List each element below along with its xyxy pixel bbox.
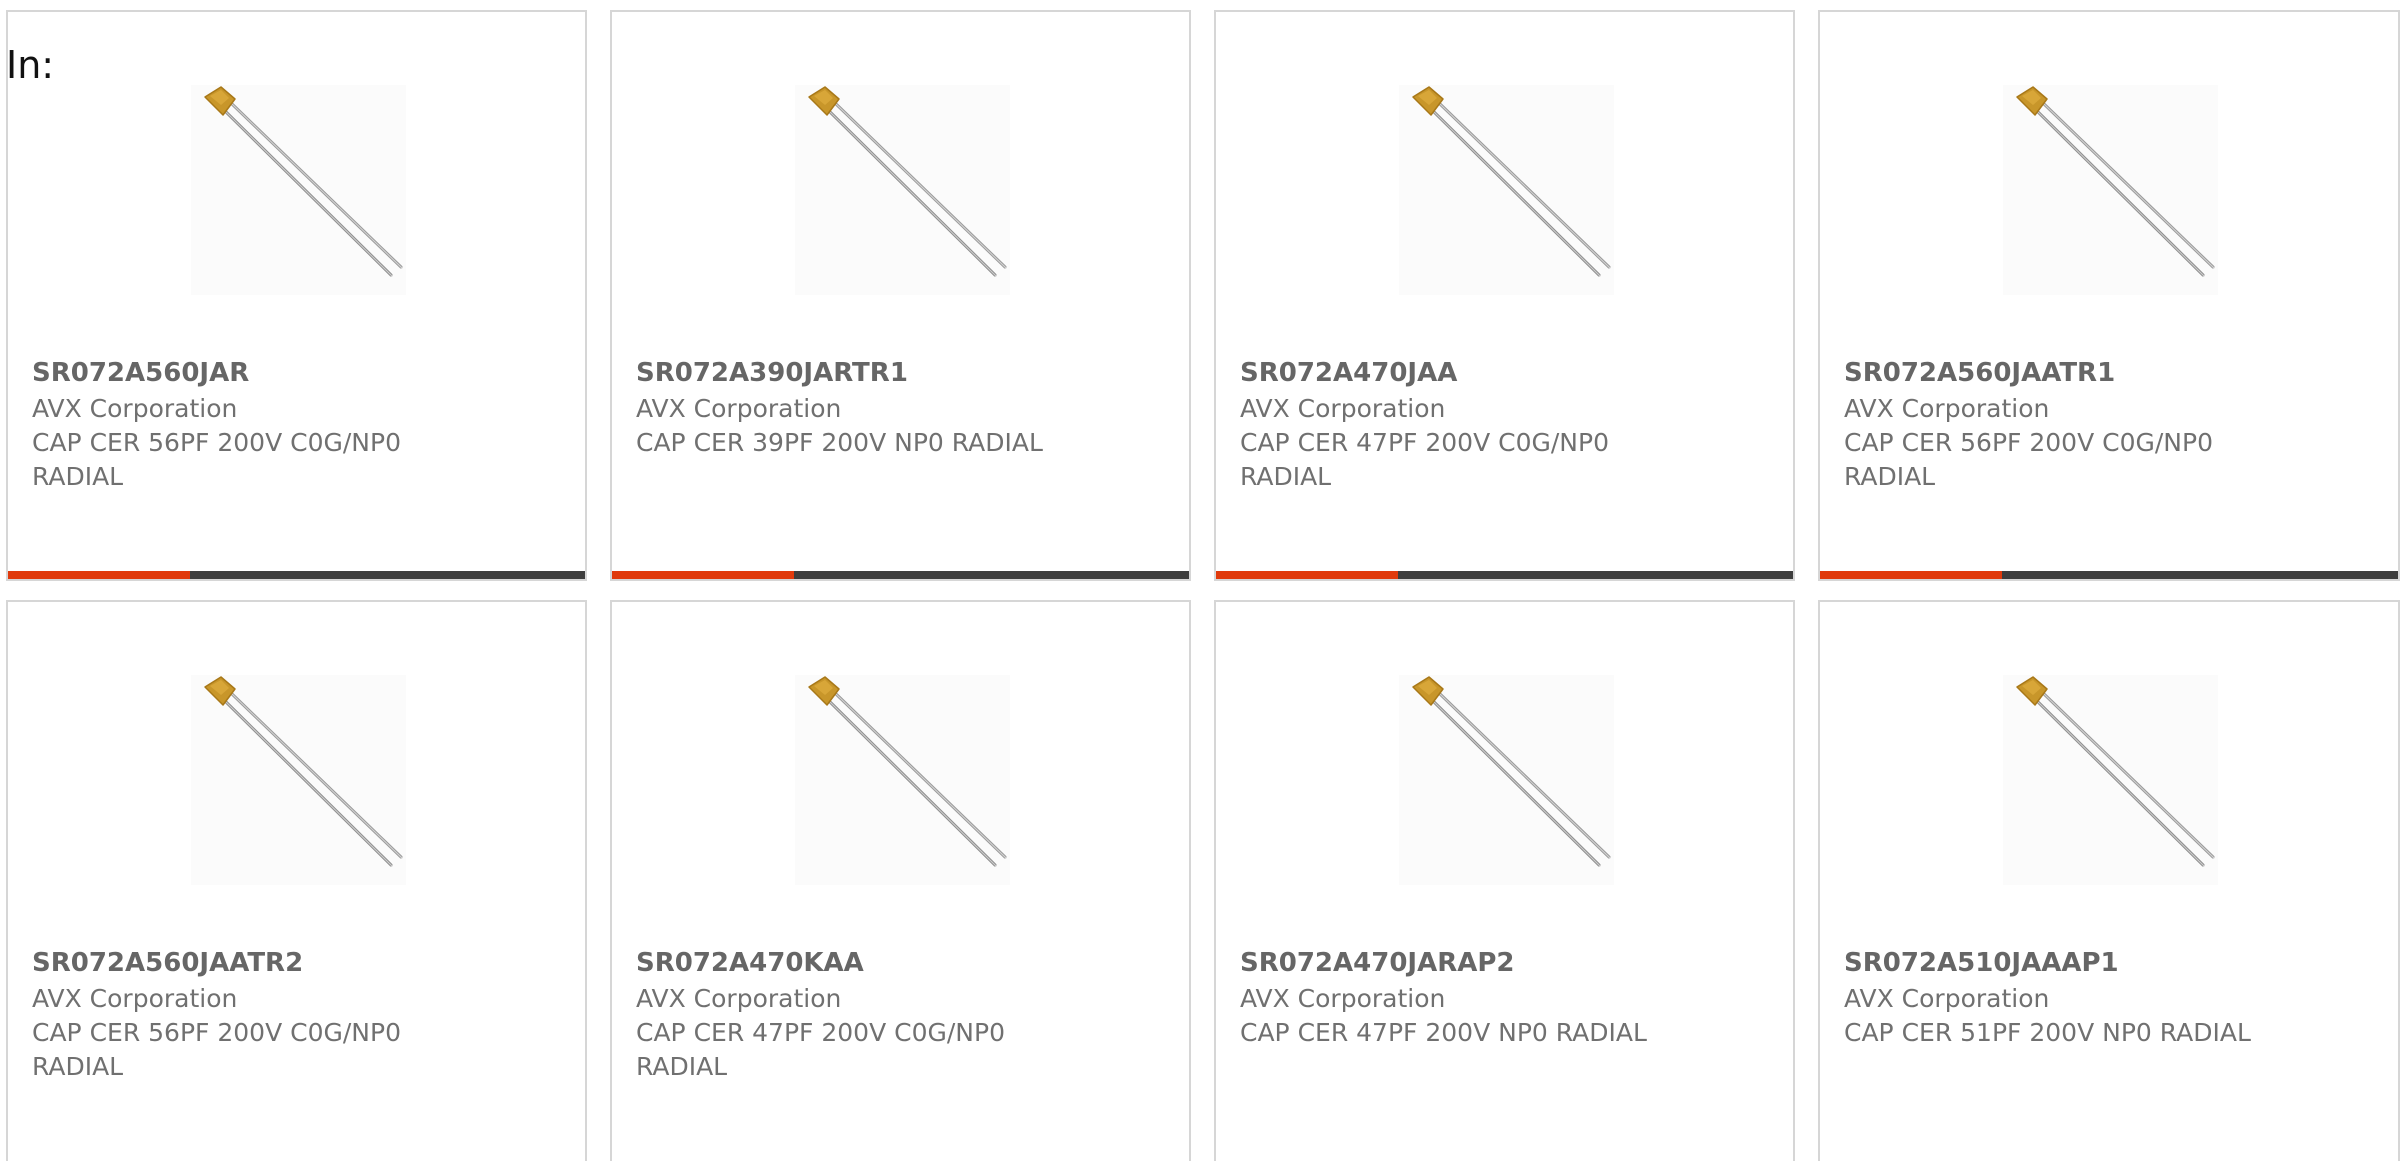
capacitor-image-icon[interactable] bbox=[191, 675, 406, 885]
card-bottom-bar bbox=[1216, 571, 1793, 579]
product-results-page: In: SR072A560JAR AVX Corporation CAP CER… bbox=[0, 0, 2400, 1161]
part-number[interactable]: SR072A390JARTR1 bbox=[636, 357, 908, 389]
description: CAP CER 56PF 200V C0G/NP0 RADIAL bbox=[1844, 428, 2213, 491]
product-card[interactable]: SR072A470KAA AVX Corporation CAP CER 47P… bbox=[610, 600, 1191, 1161]
product-card[interactable]: SR072A470JAA AVX Corporation CAP CER 47P… bbox=[1214, 10, 1795, 581]
part-number[interactable]: SR072A470KAA bbox=[636, 947, 864, 979]
part-number[interactable]: SR072A470JAA bbox=[1240, 357, 1457, 389]
card-accent-bar bbox=[612, 571, 794, 579]
capacitor-image-icon[interactable] bbox=[795, 85, 1010, 295]
manufacturer: AVX Corporation bbox=[1240, 394, 1446, 423]
capacitor-image-icon[interactable] bbox=[1399, 85, 1614, 295]
card-accent-bar bbox=[1216, 571, 1398, 579]
manufacturer: AVX Corporation bbox=[636, 984, 842, 1013]
product-card[interactable]: SR072A560JAATR1 AVX Corporation CAP CER … bbox=[1818, 10, 2400, 581]
product-card[interactable]: SR072A560JAATR2 AVX Corporation CAP CER … bbox=[6, 600, 587, 1161]
part-number[interactable]: SR072A470JARAP2 bbox=[1240, 947, 1515, 979]
part-number[interactable]: SR072A560JAATR2 bbox=[32, 947, 303, 979]
capacitor-image-icon[interactable] bbox=[191, 85, 406, 295]
manufacturer: AVX Corporation bbox=[32, 394, 238, 423]
card-bottom-bar bbox=[612, 571, 1189, 579]
description: CAP CER 51PF 200V NP0 RADIAL bbox=[1844, 1018, 2251, 1047]
description: CAP CER 47PF 200V NP0 RADIAL bbox=[1240, 1018, 1647, 1047]
manufacturer: AVX Corporation bbox=[32, 984, 238, 1013]
part-number[interactable]: SR072A510JAAAP1 bbox=[1844, 947, 2119, 979]
part-number[interactable]: SR072A560JAATR1 bbox=[1844, 357, 2115, 389]
manufacturer: AVX Corporation bbox=[1240, 984, 1446, 1013]
description: CAP CER 56PF 200V C0G/NP0 RADIAL bbox=[32, 428, 401, 491]
part-number[interactable]: SR072A560JAR bbox=[32, 357, 249, 389]
capacitor-image-icon[interactable] bbox=[795, 675, 1010, 885]
capacitor-image-icon[interactable] bbox=[2003, 85, 2218, 295]
manufacturer: AVX Corporation bbox=[1844, 984, 2050, 1013]
product-card[interactable]: SR072A470JARAP2 AVX Corporation CAP CER … bbox=[1214, 600, 1795, 1161]
description: CAP CER 47PF 200V C0G/NP0 RADIAL bbox=[1240, 428, 1609, 491]
manufacturer: AVX Corporation bbox=[636, 394, 842, 423]
product-card[interactable]: SR072A510JAAAP1 AVX Corporation CAP CER … bbox=[1818, 600, 2400, 1161]
description: CAP CER 39PF 200V NP0 RADIAL bbox=[636, 428, 1043, 457]
description: CAP CER 56PF 200V C0G/NP0 RADIAL bbox=[32, 1018, 401, 1081]
capacitor-image-icon[interactable] bbox=[1399, 675, 1614, 885]
filter-in-label: In: bbox=[6, 43, 55, 87]
manufacturer: AVX Corporation bbox=[1844, 394, 2050, 423]
capacitor-image-icon[interactable] bbox=[2003, 675, 2218, 885]
card-accent-bar bbox=[1820, 571, 2002, 579]
card-bottom-bar bbox=[8, 571, 585, 579]
description: CAP CER 47PF 200V C0G/NP0 RADIAL bbox=[636, 1018, 1005, 1081]
product-card[interactable]: SR072A390JARTR1 AVX Corporation CAP CER … bbox=[610, 10, 1191, 581]
product-card[interactable]: SR072A560JAR AVX Corporation CAP CER 56P… bbox=[6, 10, 587, 581]
card-accent-bar bbox=[8, 571, 190, 579]
card-bottom-bar bbox=[1820, 571, 2398, 579]
